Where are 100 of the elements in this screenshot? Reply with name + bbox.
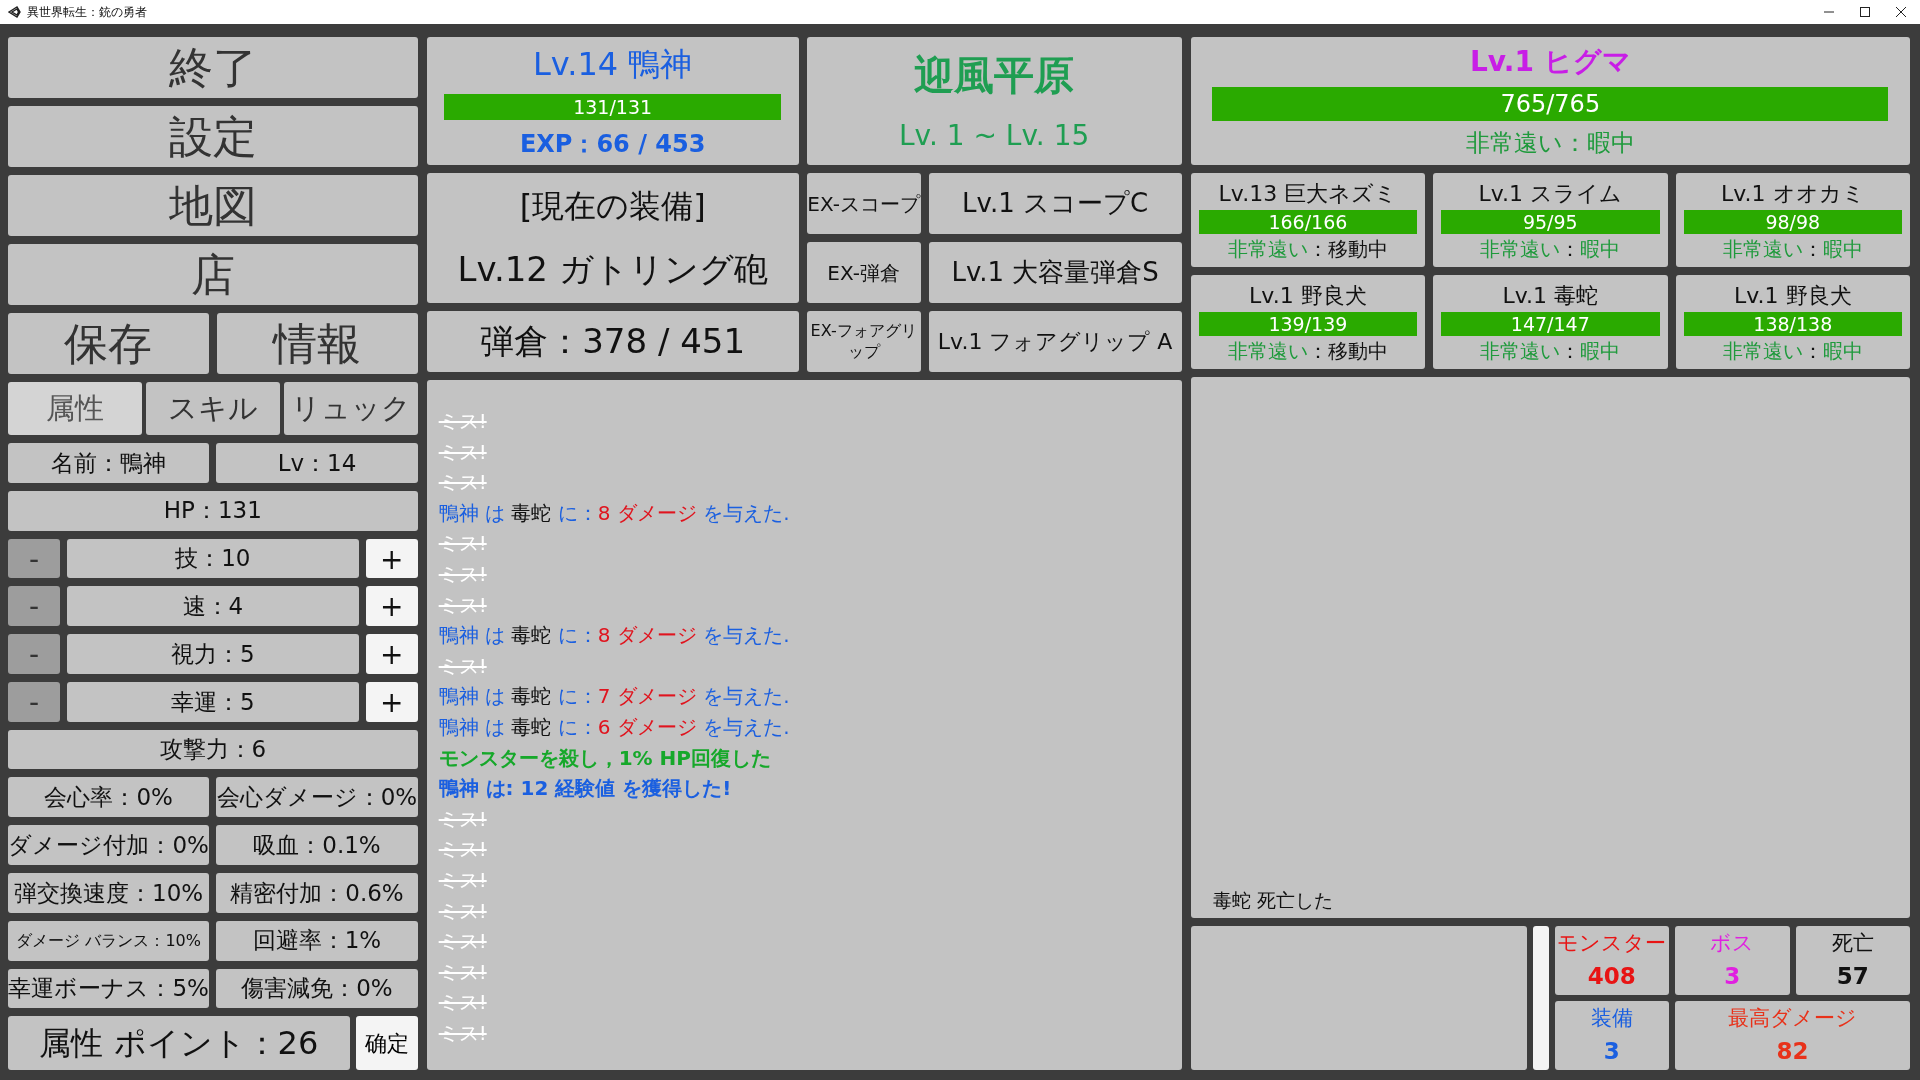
tab[interactable]: スキル [145,382,280,435]
area-level-range: Lv. 1 ~ Lv. 15 [899,118,1090,154]
increase-button[interactable]: + [365,586,418,627]
increase-button[interactable]: + [365,634,418,674]
miss-text: ミス! [438,958,488,986]
hp-bar: 765/765 [1212,87,1889,121]
miss-text: ミス! [438,469,488,497]
monster-name: Lv.1 野良犬 [1249,281,1367,310]
miss-text: ミス! [438,989,488,1017]
boss-name: Lv.1 ヒグマ [1469,44,1631,80]
counter-value: 3 [1603,1037,1620,1066]
menu-button[interactable]: 店 [8,244,418,305]
menu-button[interactable]: 情報 [216,313,418,374]
stat-label: 回避率：1% [216,920,418,961]
monster-card[interactable]: Lv.13 巨大ネズミ 166/166 非常遠い：移動中 [1190,173,1426,267]
magazine-label: 弾倉：378 / 451 [426,311,799,372]
attribute-value: 速：4 [67,586,359,627]
weapon-name: Lv.12 ガトリング砲 [457,247,768,291]
stat-label: ダメージ付加：0% [8,825,210,866]
hp-bar: 98/98 [1683,209,1902,234]
status-text: 非常遠い：暇中 [1465,128,1635,159]
slot-value: Lv.1 スコープC [928,173,1182,234]
attack-label: 攻撃力：6 [8,729,418,770]
miss-text: ミス! [438,928,488,956]
log-line: 鴨神 は 毒蛇 に：7 ダメージ を与えた. [438,683,791,711]
app-logo-icon [8,6,21,18]
monster-name: Lv.1 オオカミ [1721,179,1865,208]
stat-label: 吸血：0.1% [216,825,418,866]
battle-message: 毒蛇 死亡した [1212,887,1333,913]
menu-button[interactable]: 保存 [8,313,209,374]
hp-bar: 166/166 [1198,209,1418,234]
confirm-button[interactable]: 确定 [355,1016,418,1071]
log-line: 鴨神 は: 12 経験値 を獲得した! [438,775,733,803]
exp-label: EXP：66 / 453 [519,129,706,160]
menu-button[interactable]: 設定 [8,106,418,167]
tab[interactable]: リュック [283,382,418,435]
hp-bar: 131/131 [444,94,782,120]
monster-name: Lv.13 巨大ネズミ [1218,179,1398,208]
monster-name: Lv.1 毒蛇 [1502,281,1599,310]
counter-value: 408 [1587,962,1636,991]
counter-value: 57 [1836,962,1869,991]
stat-label: 会心ダメージ：0% [216,777,418,818]
hp-bar: 139/139 [1198,311,1418,336]
attribute-value: 幸運：5 [67,681,359,722]
attribute-value: 視力：5 [67,634,359,674]
status-text: 非常遠い：暇中 [1722,235,1863,263]
area-name: 迎風平原 [914,51,1075,100]
log-line: モンスターを殺し，1% HP回復した [438,744,772,772]
hp-bar: 147/147 [1441,311,1660,336]
name-label: 名前：鴨神 [8,443,210,483]
stat-label: 会心率：0% [8,777,210,818]
window-title: 異世界転生：銃の勇者 [27,4,147,21]
monster-card[interactable]: Lv.1 オオカミ 98/98 非常遠い：暇中 [1675,173,1910,267]
stat-label: 精密付加：0.6% [216,873,418,913]
monster-name: Lv.1 スライム [1478,179,1623,208]
maximize-icon[interactable] [1860,7,1870,17]
equipment-heading: [現在の装備] [519,185,706,227]
increase-button[interactable]: + [365,681,418,722]
counter-label: モンスター [1557,929,1667,957]
monster-card[interactable]: Lv.1 野良犬 139/139 非常遠い：移動中 [1190,275,1426,369]
hp-bar: 95/95 [1441,209,1660,234]
monster-card[interactable]: Lv.1 野良犬 138/138 非常遠い：暇中 [1675,275,1910,369]
miss-text: ミス! [438,897,488,925]
status-text: 非常遠い：移動中 [1227,235,1388,263]
log-line: 鴨神 は 毒蛇 に：8 ダメージ を与えた. [438,499,791,527]
miss-text: ミス! [438,866,488,894]
menu-button[interactable]: 終了 [8,37,418,98]
monster-card[interactable]: Lv.1 スライム 95/95 非常遠い：暇中 [1433,173,1668,267]
menu-button[interactable]: 地図 [8,175,418,236]
miss-text: ミス! [438,408,488,435]
slot-value: Lv.1 大容量弾倉S [928,242,1182,303]
monster-name: Lv.1 野良犬 [1734,281,1852,310]
counter-label: 装備 [1590,1004,1633,1032]
counter-label: ボス [1710,929,1755,957]
miss-text: ミス! [438,836,488,864]
stat-label: 幸運ボーナス：5% [8,968,210,1009]
slot-label: EX-フォアグリップ [806,311,921,372]
counter-label: 死亡 [1831,929,1874,957]
counter-value: 3 [1724,962,1741,991]
hp-label: HP：131 [8,490,418,531]
tab[interactable]: 属性 [8,382,142,435]
miss-text: ミス! [438,530,488,558]
log-line: 鴨神 は 毒蛇 に：8 ダメージ を与えた. [438,622,791,650]
slot-value: Lv.1 フォアグリップ A [928,311,1182,372]
log-line: 鴨神 は 毒蛇 に：6 ダメージ を与えた. [438,713,791,741]
miss-text: ミス! [438,805,488,833]
level-label: Lv：14 [216,443,418,483]
close-icon[interactable] [1896,7,1906,17]
miss-text: ミス! [438,652,488,680]
monster-card[interactable]: Lv.1 毒蛇 147/147 非常遠い：暇中 [1433,275,1668,369]
status-text: 非常遠い：暇中 [1722,337,1863,365]
attribute-value: 技：10 [67,538,359,579]
slot-label: EX-弾倉 [806,242,921,303]
increase-button[interactable]: + [365,538,418,579]
slot-label: EX-スコープ [806,173,921,234]
counter-label: 最高ダメージ [1728,1004,1858,1032]
scrollbar[interactable] [1532,926,1549,1070]
miss-text: ミス! [438,591,488,619]
player-name: Lv.14 鴨神 [532,44,693,85]
stat-label: 弾交換速度：10% [8,873,210,913]
